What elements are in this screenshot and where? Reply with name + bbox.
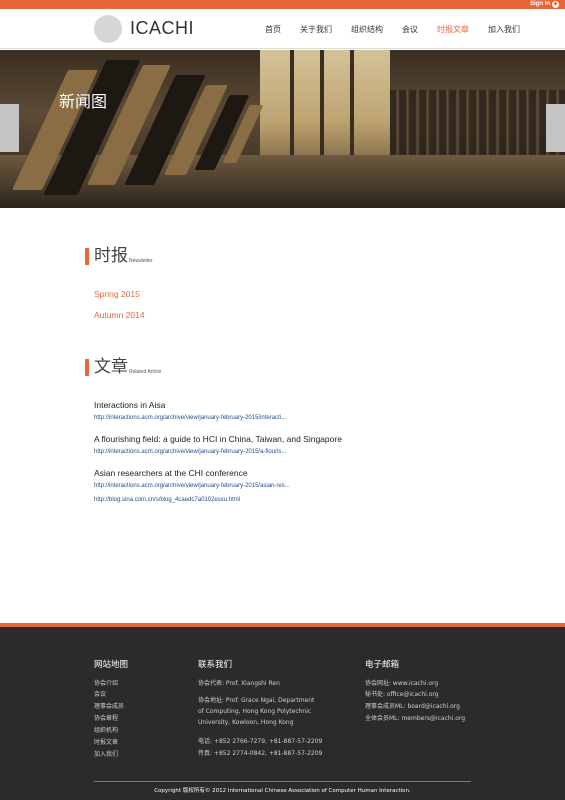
footer-email-title: 电子邮箱 bbox=[365, 660, 400, 670]
article-title[interactable]: Asian researchers at the CHI conference bbox=[94, 468, 248, 478]
newsletter-heading-en: Newsletter bbox=[129, 258, 153, 264]
hero-window-mullion bbox=[290, 50, 294, 170]
footer-sitemap-item[interactable]: 时报文章 bbox=[94, 737, 118, 748]
articles-heading-zh: 文章 bbox=[94, 357, 128, 377]
hero-window-mullion bbox=[350, 50, 354, 170]
footer-email-item[interactable]: 全体会员ML: members@icachi.org bbox=[365, 713, 465, 724]
article-title[interactable]: A flourishing field: a guide to HCI in C… bbox=[94, 434, 342, 444]
footer-divider bbox=[94, 781, 471, 782]
footer-email-item[interactable]: 秘书处: office@icachi.org bbox=[365, 689, 439, 700]
newsletter-heading-zh: 时报 bbox=[94, 246, 128, 266]
top-bar bbox=[0, 0, 565, 9]
footer-contact-fax: 传真: +852 2774-0842, +81-887-57-2209 bbox=[198, 750, 323, 757]
carousel-next-button[interactable] bbox=[546, 104, 565, 152]
footer-sitemap-item[interactable]: 加入我们 bbox=[94, 749, 118, 760]
hero-window-light bbox=[260, 50, 390, 170]
footer-contact-title: 联系我们 bbox=[198, 660, 233, 670]
site-header: ICACHI 首页 关于我们 组织结构 会议 时报文章 加入我们 bbox=[0, 9, 565, 49]
article-link[interactable]: http://interactions.acm.org/archive/view… bbox=[94, 483, 290, 489]
footer-sitemap-item[interactable]: 协会章程 bbox=[94, 713, 118, 724]
footer-sitemap-title: 网站地图 bbox=[94, 660, 129, 670]
heading-accent-bar bbox=[85, 359, 89, 376]
newsletter-link-autumn-2014[interactable]: Autumn 2014 bbox=[94, 310, 145, 320]
footer-sitemap-item[interactable]: 会议 bbox=[94, 689, 106, 700]
heading-accent-bar bbox=[85, 248, 89, 265]
article-title[interactable]: Interactions in Aisa bbox=[94, 400, 165, 410]
footer-email-item[interactable]: 理事会成员ML: board@icachi.org bbox=[365, 701, 460, 712]
user-icon bbox=[552, 1, 559, 8]
footer-contact-address: of Computing, Hong Kong Polytechnic bbox=[198, 708, 312, 715]
sign-in-link[interactable]: Sign in bbox=[530, 0, 559, 9]
newsletter-heading: 时报 Newsletter bbox=[85, 247, 153, 265]
hero-banner: 新闻图 bbox=[0, 50, 565, 208]
nav-about[interactable]: 关于我们 bbox=[300, 24, 332, 35]
nav-join[interactable]: 加入我们 bbox=[488, 24, 520, 35]
sign-in-label: Sign in bbox=[530, 1, 550, 7]
main-nav: 首页 关于我们 组织结构 会议 时报文章 加入我们 bbox=[265, 9, 520, 49]
footer-sitemap-item[interactable]: 理事会成员 bbox=[94, 701, 124, 712]
carousel-prev-button[interactable] bbox=[0, 104, 19, 152]
footer-contact-rep: 协会代表: Prof. Xiangshi Ren bbox=[198, 680, 280, 687]
articles-heading: 文章 Related Article bbox=[85, 358, 161, 376]
footer-contact-phone: 电话: +852 2766-7279, +81-887-57-2209 bbox=[198, 738, 323, 745]
nav-home[interactable]: 首页 bbox=[265, 24, 281, 35]
logo-text[interactable]: ICACHI bbox=[130, 18, 194, 39]
footer-contact-address: University, Kowloon, Hong Kong bbox=[198, 719, 294, 726]
article-link[interactable]: http://interactions.acm.org/archive/view… bbox=[94, 449, 286, 455]
hero-window-mullion bbox=[320, 50, 324, 170]
footer-contact-address: 协会地址: Prof. Grace Ngai, Department bbox=[198, 697, 315, 704]
nav-newsletter-articles[interactable]: 时报文章 bbox=[437, 24, 469, 35]
hero-title: 新闻图 bbox=[59, 92, 108, 111]
newsletter-link-spring-2015[interactable]: Spring 2015 bbox=[94, 289, 140, 299]
footer-email-item[interactable]: 协会网址: www.icachi.org bbox=[365, 678, 438, 689]
blog-link[interactable]: http://blog.sina.com.cn/s/blog_4caedc7a0… bbox=[94, 497, 240, 503]
footer-copyright: Copyright 版权所有© 2012 International Chine… bbox=[154, 788, 411, 794]
footer-sitemap-item[interactable]: 组织机构 bbox=[94, 725, 118, 736]
logo-icon[interactable] bbox=[94, 15, 122, 43]
nav-organization[interactable]: 组织结构 bbox=[351, 24, 383, 35]
articles-heading-en: Related Article bbox=[129, 369, 162, 375]
footer-sitemap-item[interactable]: 协会介绍 bbox=[94, 678, 118, 689]
nav-conference[interactable]: 会议 bbox=[402, 24, 418, 35]
article-link[interactable]: http://interactions.acm.org/archive/view… bbox=[94, 415, 286, 421]
